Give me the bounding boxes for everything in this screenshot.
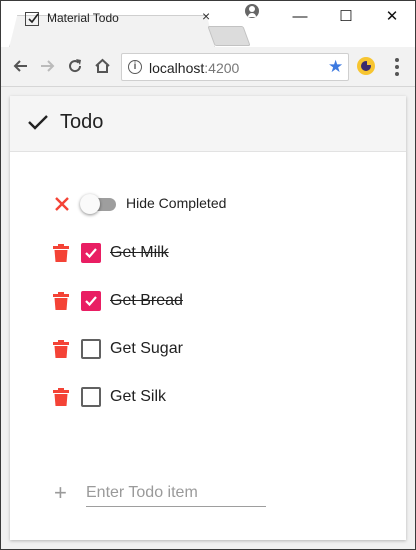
filter-controls: Hide Completed bbox=[10, 191, 406, 221]
maximize-icon: ☐ bbox=[339, 8, 353, 25]
page-title: Todo bbox=[60, 111, 104, 133]
url-port: :4200 bbox=[204, 60, 240, 76]
trash-icon[interactable] bbox=[53, 388, 69, 406]
todo-row: Get Milk bbox=[10, 239, 406, 267]
forward-button[interactable] bbox=[37, 55, 59, 77]
todo-checkbox[interactable] bbox=[81, 291, 101, 311]
trash-icon[interactable] bbox=[53, 244, 69, 262]
profile-icon[interactable] bbox=[245, 4, 259, 18]
close-window-button[interactable]: ✕ bbox=[369, 1, 415, 31]
trash-icon[interactable] bbox=[53, 292, 69, 310]
star-icon[interactable]: ★ bbox=[328, 57, 343, 77]
tab-title: Material Todo bbox=[47, 11, 119, 25]
back-button[interactable] bbox=[9, 55, 31, 77]
todo-row: Get Bread bbox=[10, 287, 406, 315]
new-tab-button[interactable] bbox=[207, 26, 251, 46]
add-todo-area: + bbox=[10, 479, 406, 509]
extension-icon[interactable] bbox=[357, 57, 375, 75]
reload-icon bbox=[69, 59, 82, 73]
address-bar[interactable]: i localhost:4200 ★ bbox=[121, 53, 349, 81]
todo-text: Get Silk bbox=[110, 388, 167, 405]
vertical-dots-icon[interactable] bbox=[395, 58, 399, 76]
todo-text: Get Milk bbox=[110, 244, 169, 261]
todo-checkbox[interactable] bbox=[81, 243, 101, 263]
card-header: Todo bbox=[10, 96, 406, 152]
browser-tab-content: Material Todo × bbox=[11, 1, 210, 34]
trash-icon[interactable] bbox=[53, 340, 69, 358]
hide-completed-toggle[interactable] bbox=[80, 194, 118, 214]
arrow-left-icon bbox=[13, 60, 27, 72]
hide-completed-label: Hide Completed bbox=[126, 195, 227, 211]
page-viewport: Todo Hide Completed Get Milk Get Bread G… bbox=[1, 88, 415, 549]
tab-close-icon[interactable]: × bbox=[202, 9, 210, 23]
browser-window: Material Todo × — ☐ ✕ i localhost:4200 ★ bbox=[0, 0, 416, 550]
home-button[interactable] bbox=[91, 55, 113, 77]
todo-card: Todo Hide Completed Get Milk Get Bread G… bbox=[10, 96, 406, 540]
reload-button[interactable] bbox=[64, 55, 86, 77]
checkbox-icon bbox=[25, 12, 39, 26]
todo-row: Get Silk bbox=[10, 383, 406, 411]
todo-text: Get Bread bbox=[110, 292, 183, 309]
close-icon[interactable] bbox=[53, 195, 71, 213]
todo-checkbox[interactable] bbox=[81, 339, 101, 359]
todo-checkbox[interactable] bbox=[81, 387, 101, 407]
home-icon bbox=[94, 58, 110, 73]
url-text: localhost:4200 bbox=[149, 60, 239, 76]
url-host: localhost bbox=[149, 60, 205, 76]
maximize-button[interactable]: ☐ bbox=[323, 1, 369, 31]
todo-row: Get Sugar bbox=[10, 335, 406, 363]
minimize-icon: — bbox=[292, 7, 308, 25]
close-window-icon: ✕ bbox=[385, 8, 399, 25]
check-icon bbox=[28, 115, 48, 130]
todo-text: Get Sugar bbox=[110, 340, 183, 357]
plus-icon[interactable]: + bbox=[54, 482, 67, 504]
info-icon[interactable]: i bbox=[128, 60, 142, 74]
toggle-thumb bbox=[80, 194, 100, 214]
arrow-right-icon bbox=[41, 60, 55, 72]
minimize-button[interactable]: — bbox=[277, 1, 323, 31]
browser-toolbar: i localhost:4200 ★ bbox=[1, 47, 415, 87]
tab-strip: Material Todo × — ☐ ✕ bbox=[1, 1, 415, 48]
todo-input[interactable] bbox=[86, 479, 266, 507]
